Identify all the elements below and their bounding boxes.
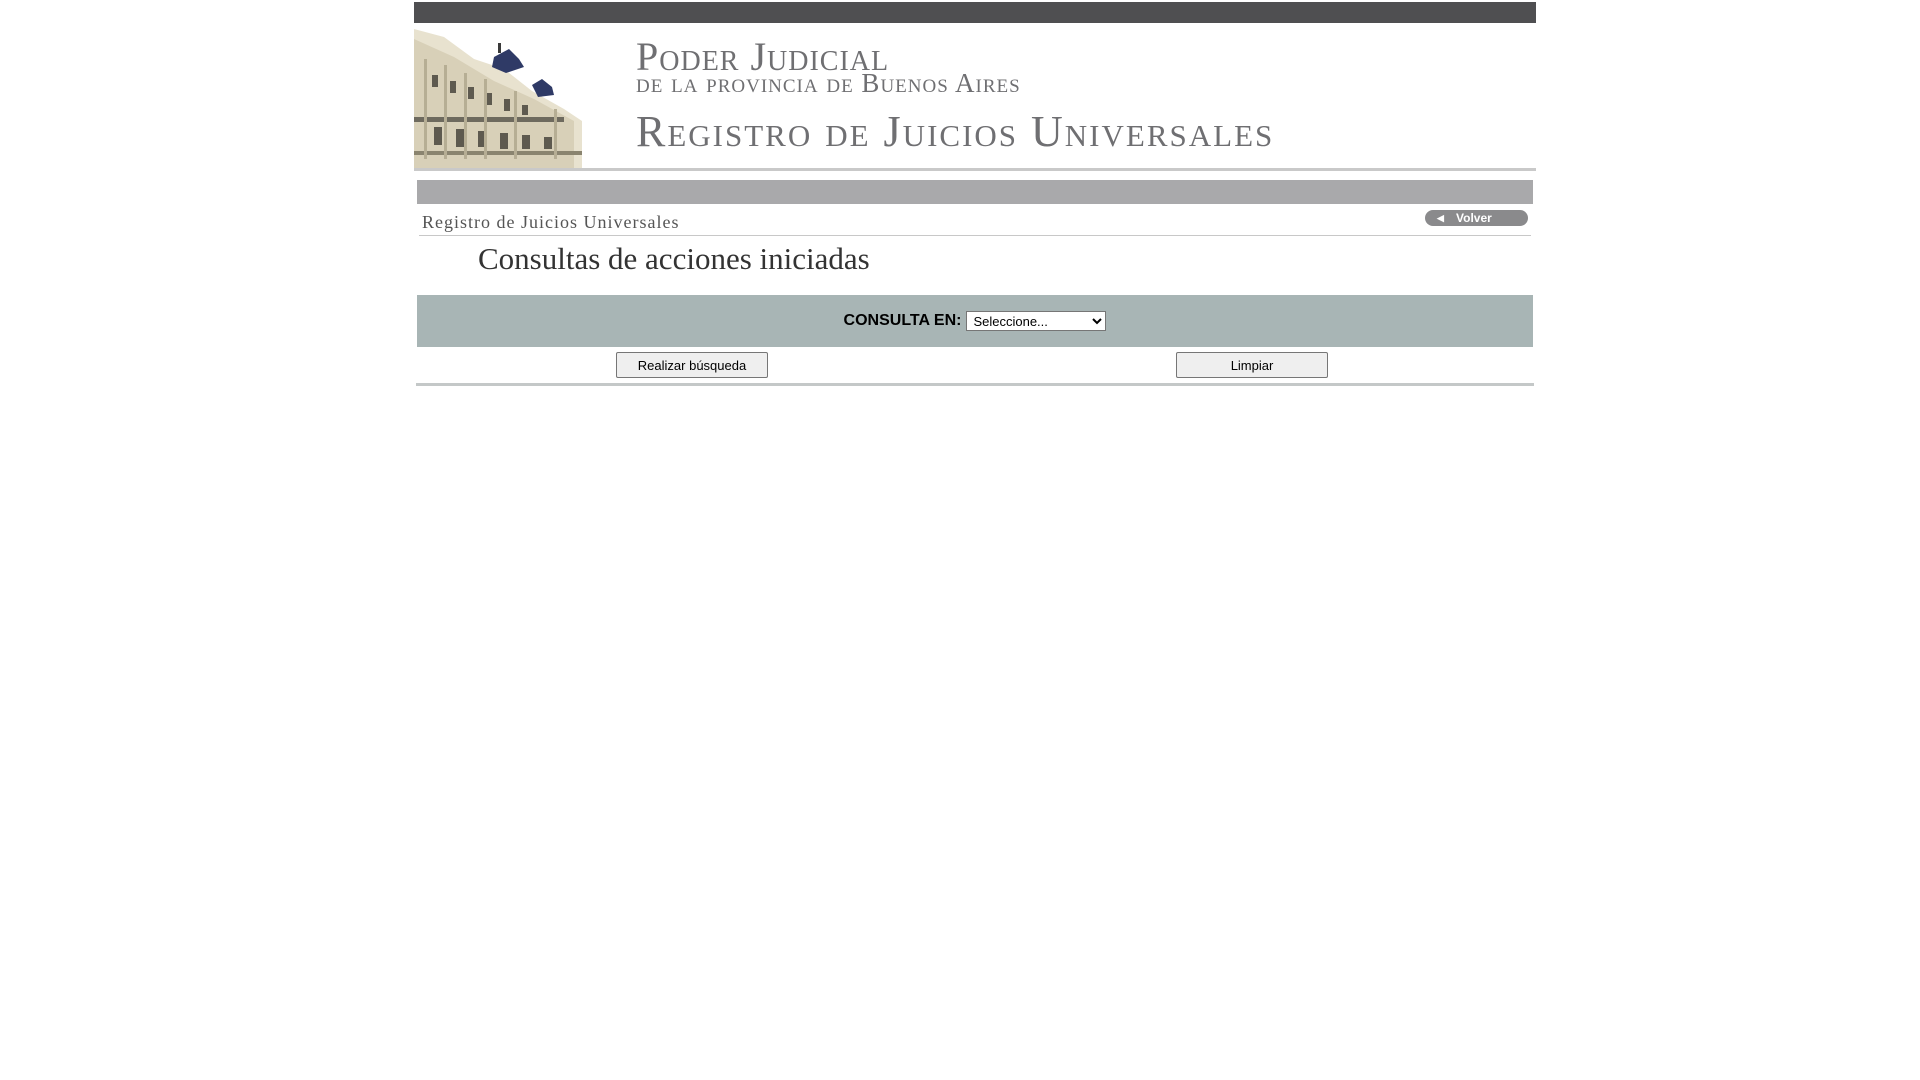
clear-button[interactable]: Limpiar bbox=[1176, 352, 1328, 378]
action-row: Realizar búsqueda Limpiar bbox=[417, 347, 1533, 383]
breadcrumb: Registro de Juicios Universales ◀ Volver bbox=[419, 205, 1531, 236]
back-button-label: Volver bbox=[1456, 211, 1492, 225]
header-banner: Poder Judicial de la provincia de Buenos… bbox=[414, 23, 1536, 171]
page-title: Consultas de acciones iniciadas bbox=[478, 241, 870, 276]
bottom-divider bbox=[416, 383, 1534, 386]
query-panel: CONSULTA EN: Seleccione... bbox=[417, 295, 1533, 347]
query-select[interactable]: Seleccione... bbox=[966, 311, 1107, 331]
back-button[interactable]: ◀ Volver bbox=[1425, 210, 1528, 226]
brand-subtitle: de la provincia de Buenos Aires bbox=[636, 68, 1021, 98]
query-label: CONSULTA EN: bbox=[843, 312, 962, 329]
banner-divider bbox=[414, 168, 1536, 171]
nav-strip bbox=[417, 180, 1533, 204]
brand-registry-title: Registro de Juicios Universales bbox=[636, 107, 1275, 156]
triangle-left-icon: ◀ bbox=[1437, 213, 1444, 223]
breadcrumb-label: Registro de Juicios Universales bbox=[422, 212, 680, 232]
courthouse-building-image bbox=[414, 29, 582, 169]
query-row: CONSULTA EN: Seleccione... bbox=[417, 295, 1533, 347]
top-bar bbox=[414, 2, 1536, 23]
search-button[interactable]: Realizar búsqueda bbox=[616, 352, 768, 378]
page: Poder Judicial de la provincia de Buenos… bbox=[0, 0, 1920, 1080]
